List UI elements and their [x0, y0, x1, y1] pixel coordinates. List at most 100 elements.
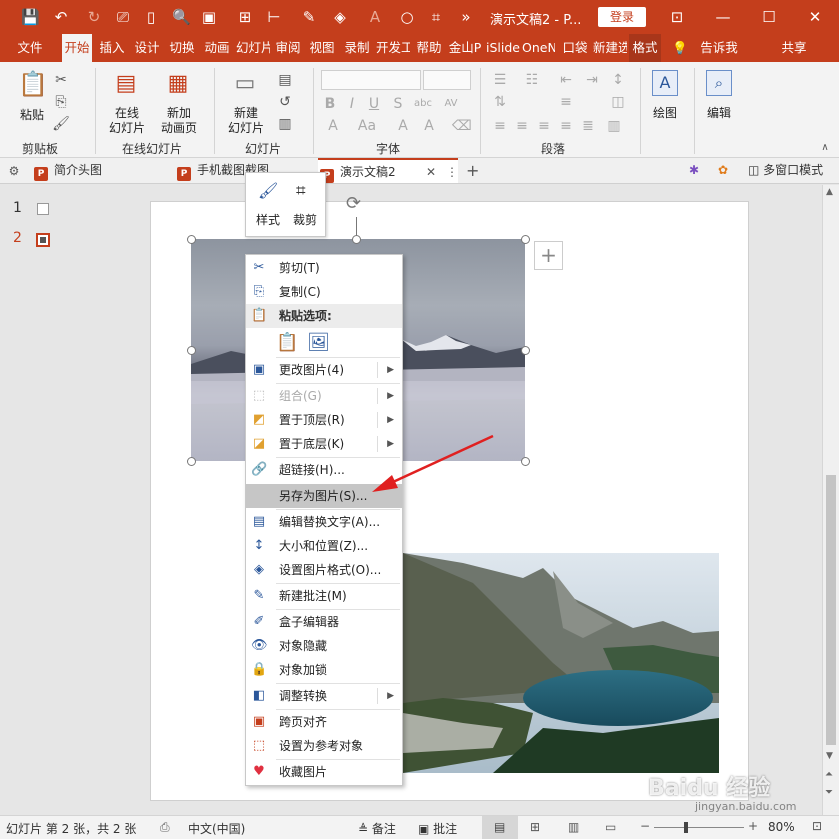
tab-design[interactable]: 设计	[131, 34, 163, 62]
scroll-down-icon[interactable]: ▼	[826, 751, 833, 761]
spell-check-icon[interactable]: ⎙	[160, 820, 170, 835]
tab-pocket[interactable]: 口袋	[560, 34, 590, 62]
slide-thumb-2[interactable]	[36, 233, 50, 247]
new-animation-icon[interactable]: ▦	[164, 70, 192, 98]
rotate-handle-icon[interactable]: ⟳	[346, 193, 361, 215]
lake-picture[interactable]	[403, 553, 719, 773]
increase-indent-icon[interactable]: ⇥	[582, 72, 602, 88]
doc-tab-presentation2[interactable]: P 演示文稿2 ✕ ⋮	[318, 158, 458, 183]
tab-format[interactable]: 格式	[629, 34, 661, 62]
comments-button[interactable]: ▣ 批注	[418, 820, 457, 837]
redo-icon[interactable]: ↻	[85, 8, 103, 26]
menu-item-hide-object[interactable]: 👁 对象隐藏	[246, 634, 402, 658]
screenshot-icon[interactable]: ▣	[200, 8, 218, 26]
tab-transitions[interactable]: 切换	[166, 34, 198, 62]
fill-icon[interactable]: ◈	[331, 8, 349, 26]
align-right-icon[interactable]: ≡	[534, 118, 554, 134]
reset-icon[interactable]: ↺	[276, 94, 294, 110]
menu-item-box-editor[interactable]: ✐ 盒子编辑器	[246, 610, 402, 634]
slide-thumb-1[interactable]	[37, 203, 49, 215]
slide-sorter-icon[interactable]: ⊞	[530, 820, 540, 834]
save-icon[interactable]: 💾	[21, 8, 40, 26]
font-color-icon[interactable]: A	[366, 8, 384, 26]
resize-handle-bl[interactable]	[187, 457, 196, 466]
align-icon[interactable]: ⊢	[265, 8, 283, 26]
grid-icon[interactable]: ⊞	[236, 8, 254, 26]
collapse-ribbon-icon[interactable]: ∧	[818, 140, 832, 156]
print-preview-icon[interactable]: 🔍	[172, 8, 191, 26]
editing-button-label[interactable]: 编辑	[702, 104, 736, 121]
format-painter-icon[interactable]: 🖌	[52, 116, 70, 132]
drawing-button-label[interactable]: 绘图	[648, 104, 682, 121]
drawing-icon[interactable]: A	[652, 70, 678, 96]
slideshow-icon[interactable]: ▭	[605, 820, 616, 834]
font-size-select[interactable]	[423, 70, 471, 90]
layout-options-icon[interactable]: +	[534, 241, 563, 270]
style-button-label[interactable]: 样式	[256, 211, 280, 228]
tab-kingsoft[interactable]: 金山P	[448, 34, 482, 62]
circle-icon[interactable]: ○	[398, 8, 416, 26]
zoom-thumb[interactable]	[684, 822, 688, 833]
close-icon[interactable]: ✕	[806, 8, 824, 26]
new-slide-icon[interactable]: ▭	[231, 70, 259, 98]
tab-review[interactable]: 审阅	[272, 34, 304, 62]
crop-button-label[interactable]: 裁剪	[293, 211, 317, 228]
share-button[interactable]: 共享	[770, 34, 818, 62]
strikethrough-icon[interactable]: abc	[412, 96, 434, 112]
minimize-icon[interactable]: —	[714, 8, 732, 26]
menu-item-bring-to-front[interactable]: ◩ 置于顶层(R) ▶	[246, 408, 402, 432]
plugin-icon[interactable]: ✱	[689, 158, 705, 183]
decrease-indent-icon[interactable]: ⇤	[556, 72, 576, 88]
new-icon[interactable]: ▯	[142, 8, 160, 26]
menu-item-cross-page-align[interactable]: ▣ 跨页对齐	[246, 710, 402, 734]
notes-button[interactable]: ≜ 备注	[358, 820, 396, 837]
copy-icon[interactable]: ⎘	[52, 94, 70, 110]
tab-record[interactable]: 录制	[341, 34, 373, 62]
cut-icon[interactable]: ✂	[52, 72, 70, 88]
paste-button-label[interactable]: 粘贴	[14, 106, 50, 123]
section-icon[interactable]: ▥	[276, 116, 294, 132]
multi-window-mode[interactable]: ◫ 多窗口模式	[748, 158, 838, 183]
fit-to-window-icon[interactable]: ⊡	[812, 819, 822, 833]
underline-icon[interactable]: U	[366, 96, 382, 112]
tab-new-select[interactable]: 新建选	[593, 34, 627, 62]
new-slide-label-2[interactable]: 幻灯片	[222, 119, 270, 136]
crop-frame-icon[interactable]: ⌗	[427, 8, 445, 26]
align-left-icon[interactable]: ≡	[490, 118, 510, 134]
shadow-icon[interactable]: S	[390, 96, 406, 112]
line-spacing-icon[interactable]: ↕	[608, 72, 628, 88]
online-slide-icon[interactable]: ▤	[112, 70, 140, 98]
tell-me[interactable]: 告诉我	[698, 34, 740, 62]
zoom-slider[interactable]	[654, 827, 744, 828]
text-direction-icon[interactable]: ⇅	[490, 94, 510, 110]
menu-item-size-position[interactable]: ↕ 大小和位置(Z)...	[246, 534, 402, 558]
menu-item-edit-alt-text[interactable]: ▤ 编辑替换文字(A)...	[246, 510, 402, 534]
more-icon[interactable]: »	[457, 8, 475, 26]
tab-developer[interactable]: 开发工	[376, 34, 410, 62]
resize-handle-tc[interactable]	[352, 235, 361, 244]
distributed-icon[interactable]: ≣	[578, 118, 598, 134]
tabs-menu-icon[interactable]: ⚙	[6, 163, 22, 179]
tab-insert[interactable]: 插入	[96, 34, 128, 62]
menu-item-lock-object[interactable]: 🔒 对象加锁	[246, 658, 402, 682]
menu-item-group[interactable]: ⬚ 组合(G) ▶	[246, 384, 402, 408]
menu-item-new-comment[interactable]: ✎ 新建批注(M)	[246, 584, 402, 608]
paste-icon[interactable]: 📋	[18, 70, 48, 98]
menu-item-change-picture[interactable]: ▣ 更改图片(4) ▶	[246, 358, 402, 382]
menu-item-adjust-convert[interactable]: ◧ 调整转换 ▶	[246, 684, 402, 708]
settings-icon[interactable]: ✿	[718, 158, 734, 183]
new-tab-icon[interactable]: +	[466, 158, 480, 183]
prev-slide-icon[interactable]: ⏶	[825, 769, 833, 780]
tab-islide[interactable]: iSlide	[485, 34, 521, 62]
grow-font-icon[interactable]: A	[394, 118, 412, 134]
crop-icon[interactable]: ⌗	[296, 181, 306, 201]
tab-animations[interactable]: 动画	[201, 34, 233, 62]
font-name-select[interactable]	[321, 70, 421, 90]
bold-icon[interactable]: B	[322, 96, 338, 112]
resize-handle-br[interactable]	[521, 457, 530, 466]
maximize-icon[interactable]: ☐	[760, 8, 778, 26]
menu-item-set-reference[interactable]: ⬚ 设置为参考对象	[246, 734, 402, 758]
shrink-font-icon[interactable]: A	[420, 118, 438, 134]
layout-icon[interactable]: ▤	[276, 72, 294, 88]
tab-home[interactable]: 开始	[62, 34, 92, 62]
